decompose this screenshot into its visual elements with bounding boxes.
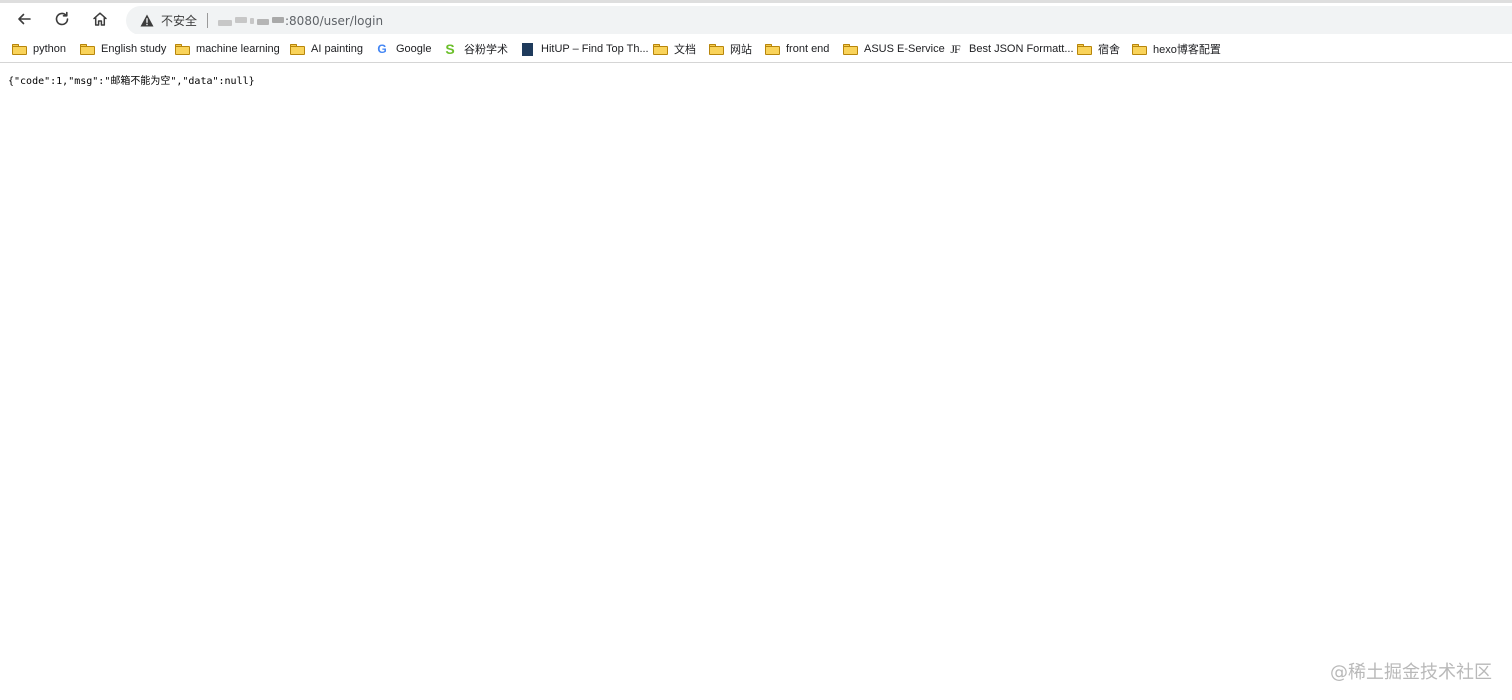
bookmark-label: machine learning xyxy=(196,43,280,55)
bookmark-label: hexo博客配置 xyxy=(1153,44,1221,56)
bookmark-hitup[interactable]: HitUP – Find Top Th... xyxy=(519,39,649,59)
bookmark-label: python xyxy=(33,43,67,55)
bookmark-asus-e-service[interactable]: ASUS E-Service xyxy=(842,39,945,59)
bookmark-hexo-blog-config[interactable]: hexo博客配置 xyxy=(1131,39,1221,59)
bookmark-label: English study xyxy=(101,43,167,55)
bookmark-label: 网站 xyxy=(730,44,752,56)
bookmark-label: HitUP – Find Top Th... xyxy=(541,43,649,55)
bookmark-machine-learning[interactable]: machine learning xyxy=(174,39,280,59)
bookmarks-bar: python English study machine learning AI… xyxy=(0,34,1512,63)
address-divider xyxy=(207,13,208,28)
google-icon: G xyxy=(377,42,387,56)
warning-triangle-icon[interactable] xyxy=(140,14,154,27)
address-bar[interactable]: 不安全 :8080/user/login xyxy=(126,6,1512,35)
security-status-label[interactable]: 不安全 xyxy=(161,13,197,29)
bookmark-label: AI painting xyxy=(311,43,363,55)
bookmark-label: 文档 xyxy=(674,44,696,56)
bookmark-label: ASUS E-Service xyxy=(864,43,945,55)
bookmark-dorm[interactable]: 宿舍 xyxy=(1076,39,1120,59)
reload-button[interactable] xyxy=(49,6,75,32)
bookmark-docs[interactable]: 文档 xyxy=(652,39,696,59)
folder-icon xyxy=(1076,41,1092,57)
folder-icon xyxy=(708,41,724,57)
bookmark-best-json-formatter[interactable]: JF Best JSON Formatt... xyxy=(947,39,1074,59)
folder-icon xyxy=(652,41,668,57)
folder-icon xyxy=(11,41,27,57)
folder-icon xyxy=(842,41,858,57)
bookmark-label: 宿舍 xyxy=(1098,44,1120,56)
bookmark-ai-painting[interactable]: AI painting xyxy=(289,39,363,59)
hitup-icon xyxy=(519,41,535,57)
bookmark-google[interactable]: G Google xyxy=(374,39,431,59)
bookmark-front-end[interactable]: front end xyxy=(764,39,829,59)
folder-icon xyxy=(764,41,780,57)
folder-icon xyxy=(79,41,95,57)
bookmark-label: front end xyxy=(786,43,830,55)
bookmark-python[interactable]: python xyxy=(11,39,66,59)
url-text[interactable]: :8080/user/login xyxy=(285,13,383,29)
folder-icon xyxy=(174,41,190,57)
folder-icon xyxy=(1131,41,1147,57)
home-button[interactable] xyxy=(87,6,113,32)
watermark-text: @稀土掘金技术社区 xyxy=(1330,662,1492,683)
folder-icon xyxy=(289,41,305,57)
bookmark-label: Best JSON Formatt... xyxy=(969,43,1074,55)
json-response-text: {"code":1,"msg":"邮箱不能为空","data":null} xyxy=(8,76,255,87)
bookmark-english-study[interactable]: English study xyxy=(79,39,166,59)
jf-icon: JF xyxy=(950,41,960,56)
bookmark-websites[interactable]: 网站 xyxy=(708,39,752,59)
reload-icon xyxy=(55,11,69,26)
browser-toolbar: 不安全 :8080/user/login xyxy=(0,3,1512,35)
home-icon xyxy=(93,12,107,26)
bookmark-label: 谷粉学术 xyxy=(464,44,508,56)
s-logo-icon: S xyxy=(445,41,455,57)
back-arrow-icon xyxy=(18,13,31,25)
url-redacted-host xyxy=(218,17,284,26)
bookmark-gufen-academic[interactable]: S 谷粉学术 xyxy=(442,39,508,59)
back-button[interactable] xyxy=(11,6,37,32)
bookmark-label: Google xyxy=(396,43,432,55)
